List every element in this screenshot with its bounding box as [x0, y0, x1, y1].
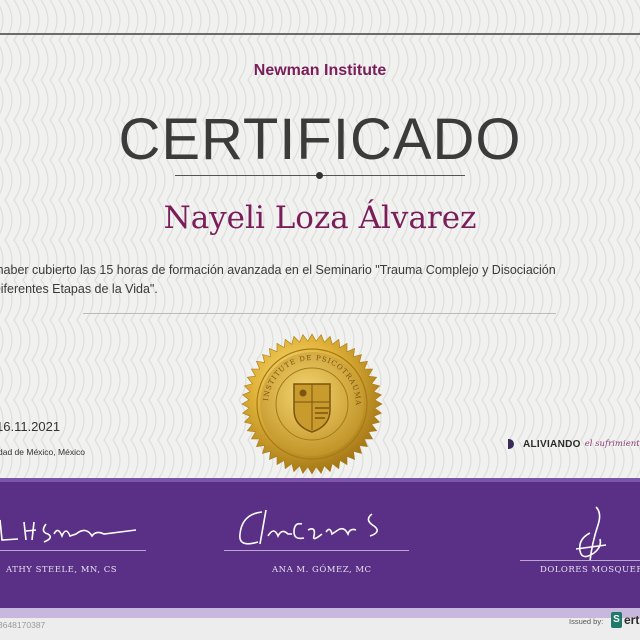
signature-2-name: ANA M. GÓMEZ, MC	[272, 565, 372, 575]
sertifier-logo[interactable]: S erti	[611, 612, 640, 628]
top-border-line	[0, 33, 640, 35]
sertifier-logo-name: erti	[624, 613, 640, 627]
signature-1-line	[0, 550, 146, 551]
certificate-title: CERTIFICADO	[118, 107, 522, 172]
signature-3-handwriting	[575, 506, 607, 562]
sertifier-logo-icon: S	[611, 612, 622, 628]
partner-logo-tagline: el sufrimiento	[584, 439, 640, 449]
certificate-description: or haber cubierto las 15 horas de formac…	[0, 261, 640, 299]
issue-date: 16.11.2021	[0, 419, 61, 434]
gold-seal-icon: NEWMAN INSTITUTE DE PSICOTRAUMATOLOGÍA	[238, 330, 383, 475]
partner-logo-name: ALIVIANDO	[523, 438, 581, 450]
signature-2-handwriting	[239, 509, 378, 545]
recipient-name: Nayeli Loza Álvarez	[163, 200, 477, 236]
footer-stripe	[0, 608, 640, 618]
signature-band-edge	[0, 478, 640, 482]
description-line-1: or haber cubierto las 15 horas de formac…	[0, 263, 556, 277]
signature-1-name: ATHY STEELE, MN, CS	[6, 565, 118, 575]
description-line-2: s Diferentes Etapas de la Vida".	[0, 282, 158, 296]
signature-3-line	[520, 560, 640, 561]
issue-place: dad de México, México	[0, 447, 85, 457]
title-divider-dot	[316, 172, 323, 179]
description-divider	[83, 313, 556, 314]
signature-1-handwriting	[0, 519, 137, 543]
certificate-id: 3648170387	[0, 620, 46, 630]
issued-by-label: Issued by:	[569, 617, 604, 626]
certificate-page: Newman Institute CERTIFICADO Nayeli Loza…	[0, 0, 640, 640]
institute-name: Newman Institute	[253, 62, 387, 79]
partner-logo: ALIVIANDO el sufrimiento	[508, 437, 640, 451]
signature-3-name: DOLORES MOSQUERA	[540, 565, 640, 575]
aliviando-logo-icon	[508, 439, 514, 449]
signature-2-line	[224, 550, 409, 551]
